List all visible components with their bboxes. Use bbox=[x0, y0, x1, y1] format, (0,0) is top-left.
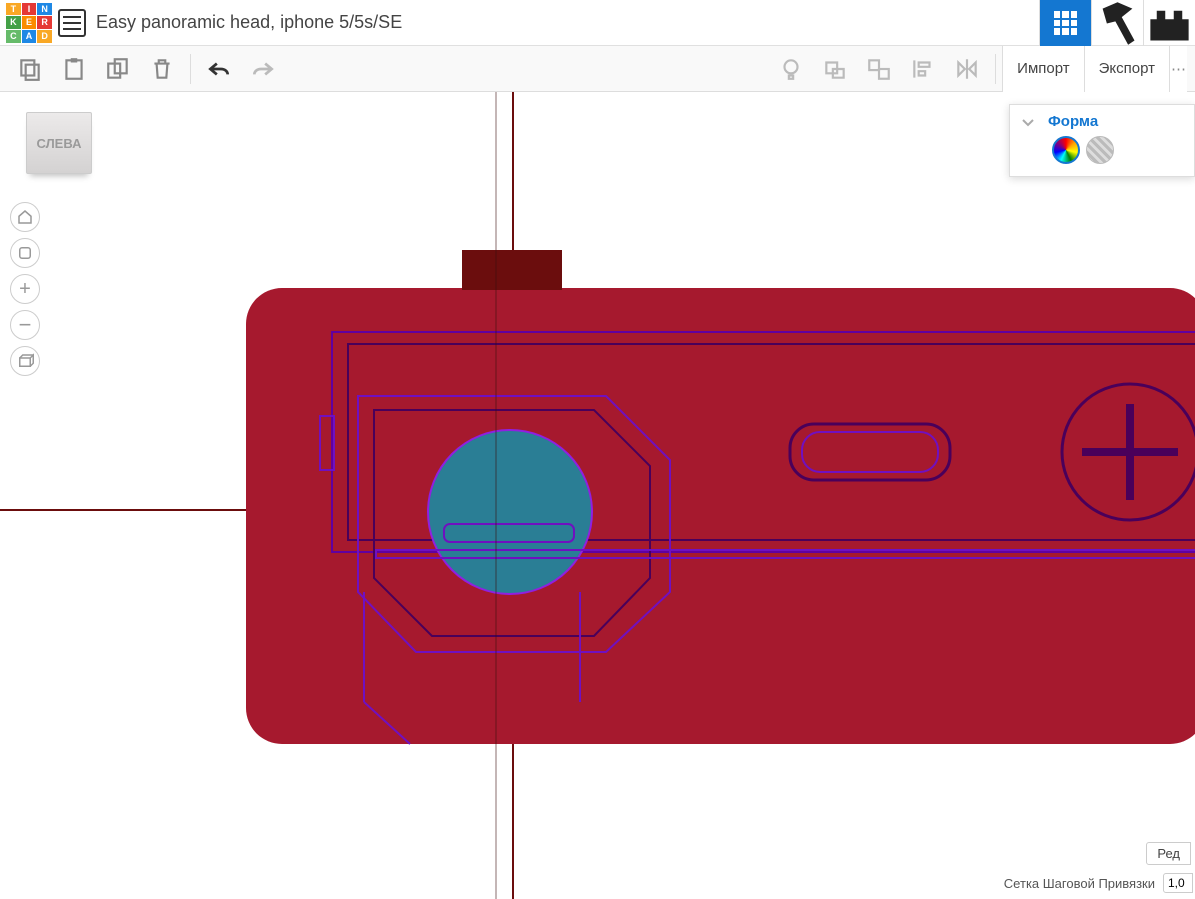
trash-icon bbox=[149, 56, 175, 82]
app-header: TIN KER CAD Easy panoramic head, iphone … bbox=[0, 0, 1195, 46]
pickaxe-icon bbox=[1092, 0, 1143, 49]
group-button[interactable] bbox=[817, 51, 853, 87]
parts-panel-button[interactable] bbox=[1039, 0, 1091, 46]
hint-button[interactable] bbox=[773, 51, 809, 87]
model-render bbox=[0, 92, 1195, 899]
redo-icon bbox=[250, 56, 276, 82]
blocks-mode-button[interactable] bbox=[1091, 0, 1143, 46]
shape-panel-title: Форма bbox=[1048, 113, 1098, 130]
view-nav-column: + − bbox=[10, 202, 40, 376]
bricks-mode-button[interactable] bbox=[1143, 0, 1195, 46]
grid-icon bbox=[1054, 11, 1078, 35]
export-button[interactable]: Экспорт bbox=[1084, 46, 1169, 92]
bulb-icon bbox=[778, 56, 804, 82]
paste-icon bbox=[61, 56, 87, 82]
fit-icon bbox=[16, 244, 34, 262]
ungroup-button[interactable] bbox=[861, 51, 897, 87]
design-list-icon[interactable] bbox=[58, 9, 86, 37]
align-button[interactable] bbox=[905, 51, 941, 87]
grid-snap-input[interactable] bbox=[1163, 873, 1193, 893]
brick-icon bbox=[1144, 0, 1195, 49]
ungroup-icon bbox=[866, 56, 892, 82]
edit-grid-button[interactable]: Ред bbox=[1146, 842, 1191, 865]
fit-view-button[interactable] bbox=[10, 238, 40, 268]
tinkercad-logo[interactable]: TIN KER CAD bbox=[6, 3, 52, 43]
view-cube[interactable]: СЛЕВА bbox=[26, 112, 92, 174]
share-button[interactable]: ⋯ bbox=[1169, 46, 1187, 92]
grid-snap-label: Сетка Шаговой Привязки bbox=[1004, 876, 1155, 891]
zoom-in-button[interactable]: + bbox=[10, 274, 40, 304]
canvas-viewport[interactable]: СЛЕВА + − Форма Ред Сетка Шаговой Привяз… bbox=[0, 92, 1195, 899]
grid-snap-control: Сетка Шаговой Привязки bbox=[1004, 873, 1193, 893]
document-title[interactable]: Easy panoramic head, iphone 5/5s/SE bbox=[96, 12, 402, 33]
delete-button[interactable] bbox=[144, 51, 180, 87]
import-button[interactable]: Импорт bbox=[1002, 46, 1083, 92]
mirror-icon bbox=[954, 56, 980, 82]
ortho-view-button[interactable] bbox=[10, 346, 40, 376]
home-view-button[interactable] bbox=[10, 202, 40, 232]
mirror-button[interactable] bbox=[949, 51, 985, 87]
align-icon bbox=[910, 56, 936, 82]
copy-button[interactable] bbox=[12, 51, 48, 87]
undo-button[interactable] bbox=[201, 51, 237, 87]
shape-inspector-panel: Форма bbox=[1009, 104, 1195, 177]
zoom-out-button[interactable]: − bbox=[10, 310, 40, 340]
view-cube-label: СЛЕВА bbox=[37, 136, 82, 151]
copy-icon bbox=[17, 56, 43, 82]
undo-icon bbox=[206, 56, 232, 82]
paste-button[interactable] bbox=[56, 51, 92, 87]
chevron-down-icon[interactable] bbox=[1020, 114, 1036, 130]
group-icon bbox=[822, 56, 848, 82]
redo-button[interactable] bbox=[245, 51, 281, 87]
duplicate-icon bbox=[105, 56, 131, 82]
home-icon bbox=[16, 208, 34, 226]
ortho-icon bbox=[16, 352, 34, 370]
solid-color-button[interactable] bbox=[1052, 136, 1080, 164]
main-toolbar: Импорт Экспорт ⋯ bbox=[0, 46, 1195, 92]
duplicate-button[interactable] bbox=[100, 51, 136, 87]
hole-mode-button[interactable] bbox=[1086, 136, 1114, 164]
